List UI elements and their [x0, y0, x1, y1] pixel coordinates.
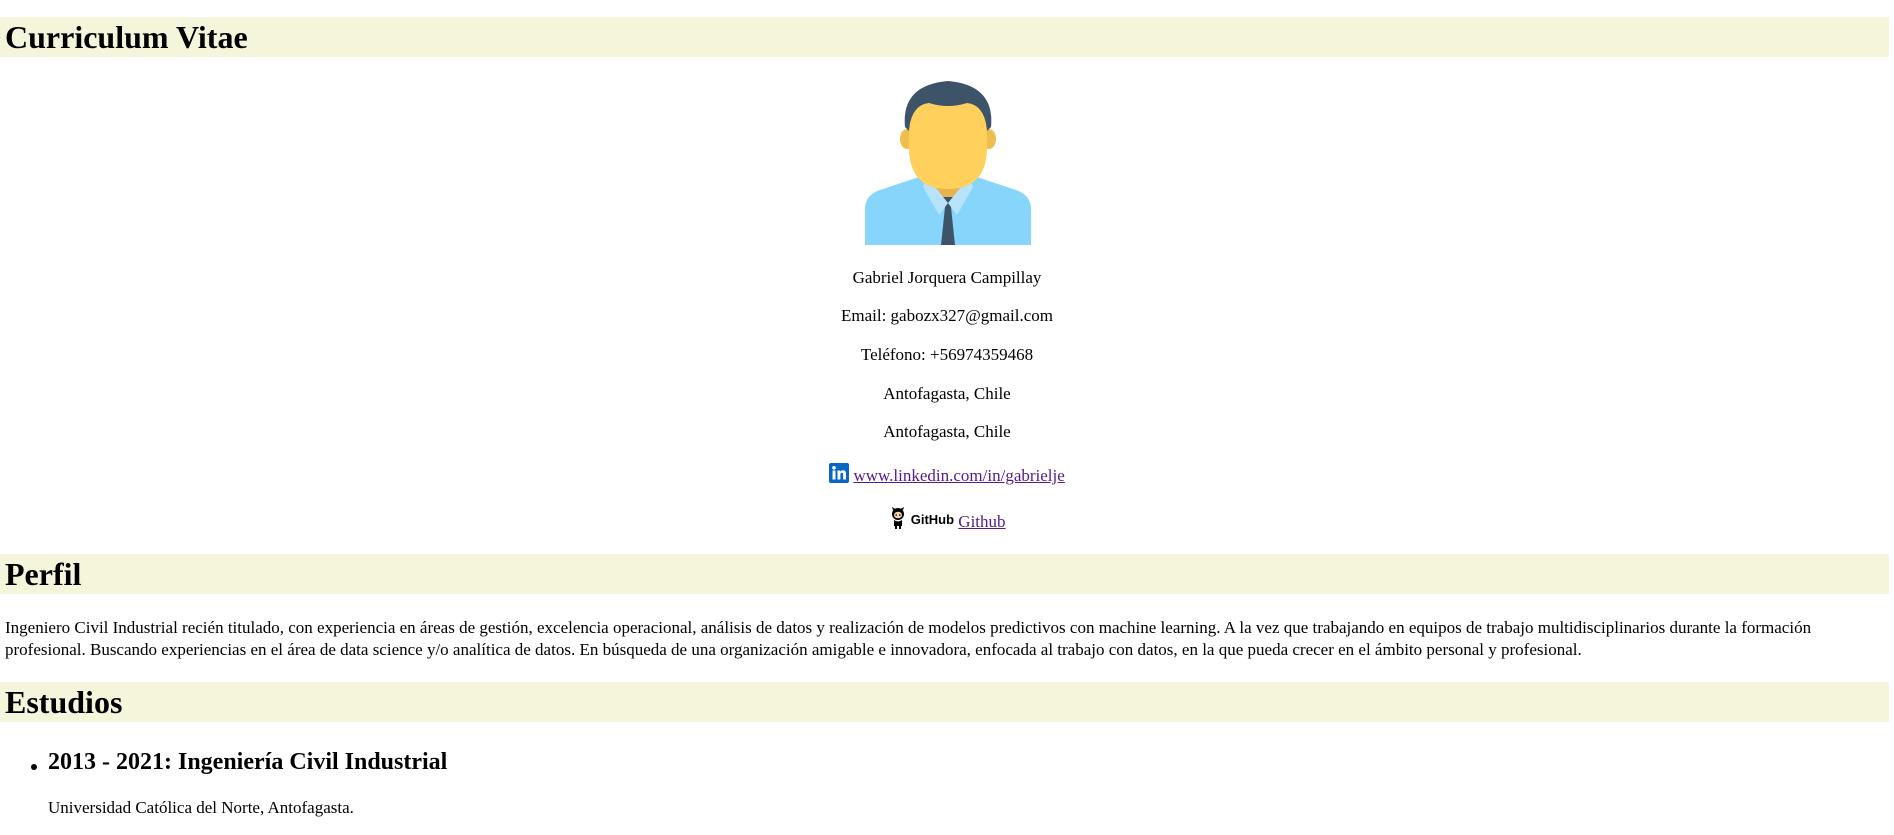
- linkedin-row: www.linkedin.com/in/gabrielje: [0, 463, 1894, 485]
- curriculum-vitae-heading: Curriculum Vitae: [0, 17, 1889, 57]
- estudios-heading: Estudios: [0, 682, 1889, 722]
- studies-list: 2013 - 2021: Ingeniería Civil Industrial…: [0, 747, 1894, 817]
- avatar-face: [909, 97, 987, 189]
- github-logo-text: GitHub: [910, 512, 955, 527]
- location-text: Antofagasta, Chile: [883, 384, 1011, 403]
- person-avatar-icon: [865, 81, 1031, 245]
- phone-text: Teléfono: +56974359468: [860, 345, 1034, 364]
- linkedin-icon: [829, 463, 850, 483]
- bullet-icon: [31, 764, 37, 770]
- profile-summary: Ingeniero Civil Industrial recién titula…: [5, 618, 1812, 659]
- study-title: 2013 - 2021: Ingeniería Civil Industrial: [48, 749, 448, 775]
- perfil-heading: Perfil: [0, 554, 1889, 594]
- github-row: GitHub Github: [0, 507, 1894, 531]
- email-text: Email: gabozx327@gmail.com: [840, 306, 1054, 325]
- location-text-2: Antofagasta, Chile: [883, 422, 1011, 441]
- study-institution: Universidad Católica del Norte, Antofaga…: [48, 798, 354, 817]
- list-item: 2013 - 2021: Ingeniería Civil Industrial…: [0, 747, 1894, 817]
- github-icon: [892, 507, 905, 529]
- linkedin-link[interactable]: www.linkedin.com/in/gabrielje: [853, 466, 1064, 485]
- github-link[interactable]: Github: [958, 512, 1005, 531]
- full-name: Gabriel Jorquera Campillay: [852, 268, 1042, 287]
